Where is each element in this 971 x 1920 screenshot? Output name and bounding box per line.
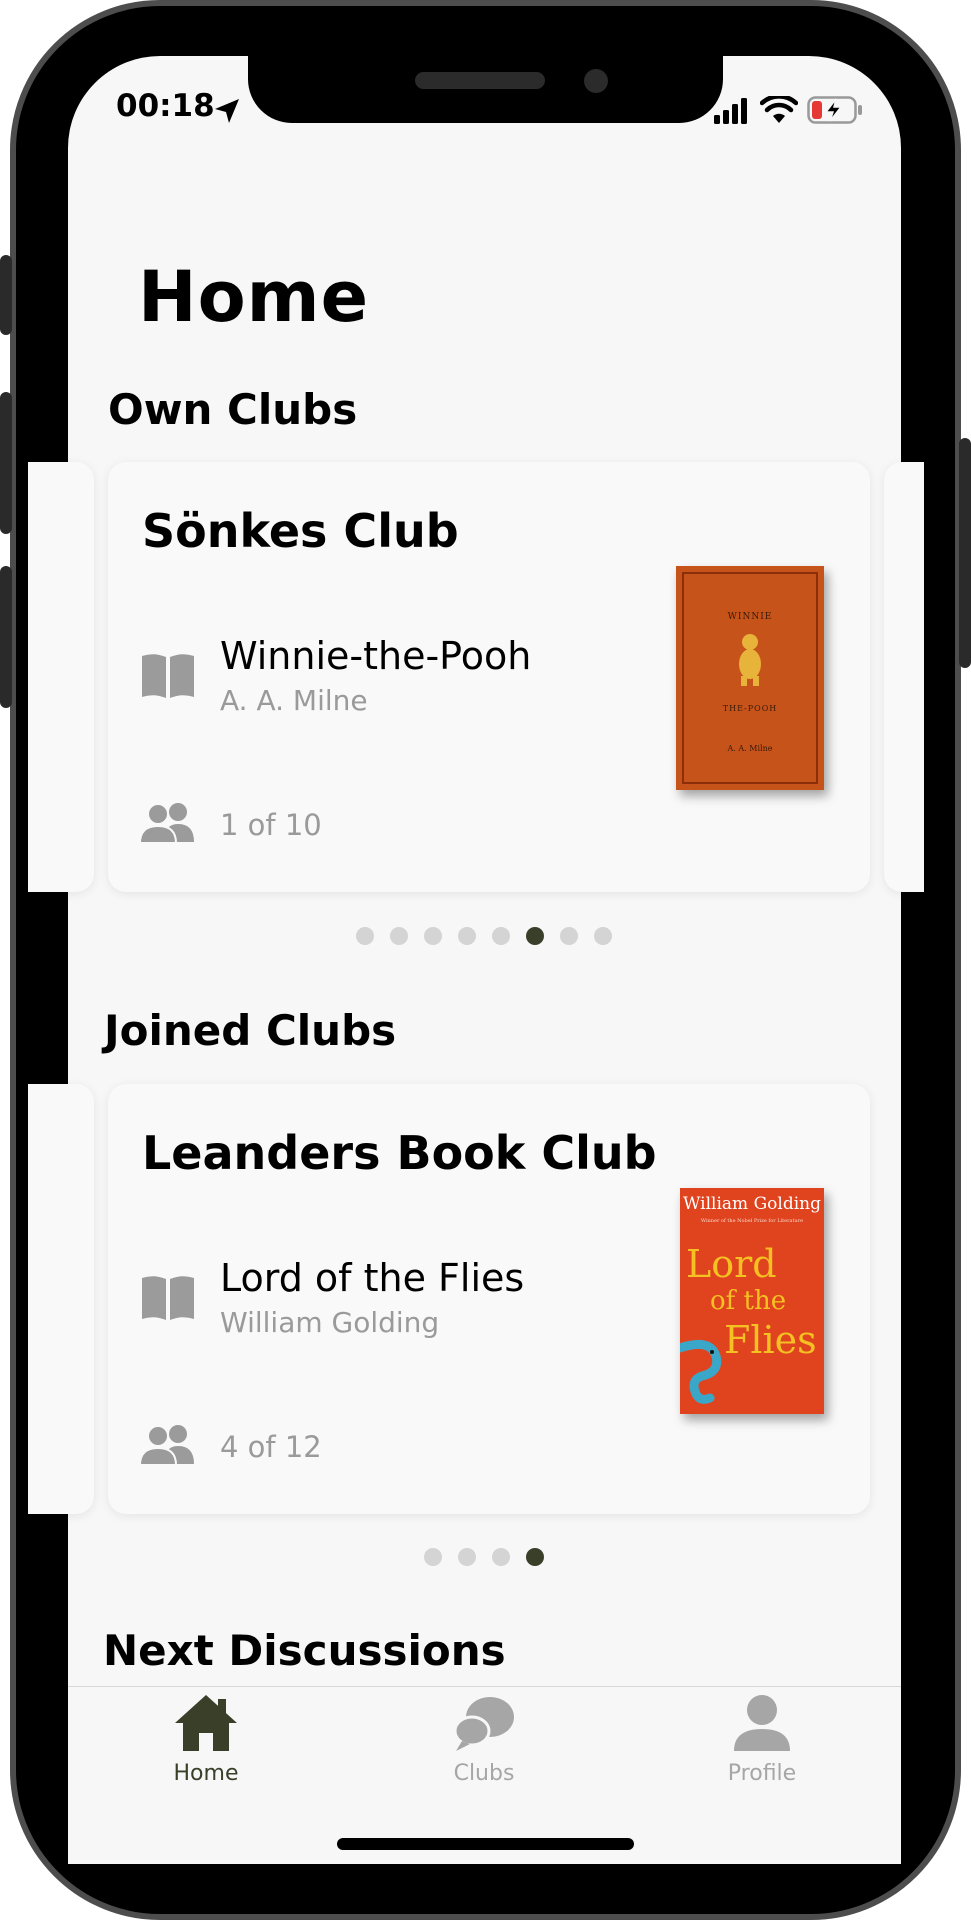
book-open-icon [142,1276,194,1320]
page-dot[interactable] [594,927,612,945]
page-dot[interactable] [424,927,442,945]
book-title: Winnie-the-Pooh [220,634,532,678]
page-dot[interactable] [492,927,510,945]
book-author: William Golding [220,1306,440,1339]
tab-home[interactable]: Home [116,1693,296,1786]
location-arrow-icon [215,99,239,123]
page-dot[interactable] [560,927,578,945]
tab-profile-label: Profile [727,1761,797,1786]
book-open-icon [142,654,194,698]
tab-profile[interactable]: Profile [672,1693,852,1786]
page-dot[interactable] [526,1548,544,1566]
member-count: 1 of 10 [220,808,322,842]
own-clubs-pagination[interactable] [356,927,612,945]
book-title: Lord of the Flies [220,1256,525,1300]
page-dot[interactable] [458,1548,476,1566]
book-cover-winnie-the-pooh: WINNIE THE-POOH A. A. Milne [676,566,824,790]
joined-clubs-pagination[interactable] [424,1548,544,1566]
page-dot[interactable] [356,927,374,945]
page-dot[interactable] [526,927,544,945]
speaker-grille [415,72,545,89]
members-icon [140,803,194,844]
tab-clubs[interactable]: Clubs [394,1693,574,1786]
chat-bubbles-icon [453,1697,514,1751]
cellular-signal-icon [714,98,747,124]
power-button [959,438,971,668]
user-icon [734,1695,790,1751]
home-indicator [337,1838,634,1850]
book-cover-lord-of-the-flies: William Golding Winner of the Nobel Priz… [680,1188,824,1414]
next-club-card-peek[interactable] [884,462,924,892]
club-name: Leanders Book Club [142,1126,657,1180]
next-discussions-heading: Next Discussions [103,1626,506,1675]
page-dot[interactable] [492,1548,510,1566]
page-dot[interactable] [390,927,408,945]
page-dot[interactable] [458,927,476,945]
front-camera [584,69,608,93]
pooh-bear-illustration [739,634,761,686]
joined-clubs-heading: Joined Clubs [104,1006,397,1055]
tab-clubs-label: Clubs [453,1761,515,1786]
previous-club-card-peek[interactable] [28,462,94,892]
club-name: Sönkes Club [142,504,459,558]
mute-switch [0,255,12,335]
volume-up-button [0,392,12,534]
member-count: 4 of 12 [220,1430,322,1464]
notch [248,56,723,123]
previous-joined-card-peek[interactable] [28,1084,94,1514]
members-icon [140,1425,194,1466]
wifi-icon [760,96,798,123]
book-author: A. A. Milne [220,684,368,717]
home-icon [175,1695,237,1751]
own-clubs-heading: Own Clubs [108,385,358,434]
page-dot[interactable] [424,1548,442,1566]
joined-club-card[interactable]: Leanders Book Club Lord of the Flies Wil… [108,1084,870,1514]
status-time: 00:18 [116,88,215,124]
battery-charging-icon [807,96,862,124]
tab-home-label: Home [173,1761,239,1786]
volume-down-button [0,566,12,708]
snake-illustration [680,1339,722,1404]
own-club-card[interactable]: Sönkes Club Winnie-the-Pooh A. A. Milne … [108,462,870,892]
page-title: Home [138,256,370,338]
